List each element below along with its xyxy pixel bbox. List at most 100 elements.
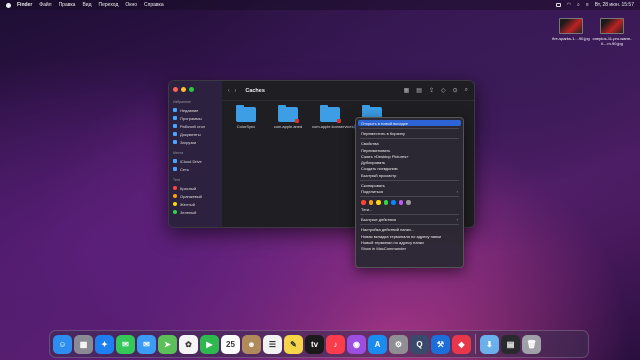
desktop-file-label: oneplus-11-pro-warm-li....m-90.jpg <box>592 36 632 46</box>
menu-separator <box>360 179 459 181</box>
menu-help[interactable]: Справка <box>144 2 164 8</box>
window-thumbnail-icon[interactable]: ▤ <box>501 334 520 354</box>
tag-color-dot[interactable] <box>391 200 396 205</box>
folder-name: ColorSync <box>236 124 256 129</box>
sidebar-tag-yellow[interactable]: Желтый <box>173 200 218 208</box>
context-menu-item[interactable]: Быстрый просмотр <box>358 172 461 178</box>
context-menu-item-label: Сжать «Desktop Pictures» <box>361 153 409 159</box>
battery-icon[interactable] <box>555 3 561 7</box>
wifi-icon[interactable]: ◠ <box>567 2 571 8</box>
pocket-icon[interactable]: ◆ <box>452 334 471 354</box>
sidebar-item-documents[interactable]: Документы <box>173 130 218 138</box>
contacts-icon[interactable]: ☻ <box>242 334 261 354</box>
sidebar-item-recents[interactable]: Недавние <box>173 106 218 114</box>
forward-icon[interactable]: › <box>235 88 237 94</box>
spotlight-icon[interactable]: ⌕ <box>577 2 580 8</box>
group-icon[interactable]: ▤ <box>416 87 422 94</box>
close-button[interactable] <box>173 87 178 92</box>
context-menu-item[interactable]: Открыть в новой вкладке <box>358 120 461 127</box>
finder-icon[interactable]: ☺ <box>53 334 72 354</box>
tag-color-dot[interactable] <box>398 200 403 205</box>
sidebar-item-network[interactable]: Сеть <box>173 165 218 173</box>
settings-icon[interactable]: ⚙ <box>389 334 408 354</box>
menu-clock[interactable]: Вт, 28 июн. 15:57 <box>595 2 634 8</box>
desktop-file[interactable]: oneplus-11-pro-warm-li....m-90.jpg <box>589 18 635 46</box>
menu-app-name[interactable]: Finder <box>17 2 32 8</box>
folder-item[interactable]: com.apple.iconservices.store <box>312 105 364 129</box>
download-icon <box>173 140 177 144</box>
zoom-button[interactable] <box>189 87 194 92</box>
apple-menu-icon[interactable] <box>6 2 11 8</box>
context-menu-item[interactable]: Поделиться › <box>358 189 461 195</box>
tag-color-dot[interactable] <box>406 200 411 205</box>
downloads-folder-icon[interactable]: ⬇ <box>480 334 499 354</box>
safari-icon[interactable]: ✦ <box>95 334 114 354</box>
menu-view[interactable]: Вид <box>82 2 91 8</box>
sidebar-item-applications[interactable]: Программы <box>173 114 218 122</box>
back-icon[interactable]: ‹ <box>228 88 230 94</box>
sidebar-item-downloads[interactable]: Загрузки <box>173 138 218 146</box>
context-menu-item-label: Настройка действий папки... <box>361 227 415 233</box>
context-menu-item-label: Новая вкладка терминала по адресу папки <box>361 233 442 239</box>
dock-divider <box>475 334 476 354</box>
tag-color-dot[interactable] <box>361 200 366 205</box>
context-menu-item[interactable]: Show in MacCommander <box>358 245 461 251</box>
sidebar-item-label: Документы <box>180 131 201 137</box>
folder-item[interactable]: ColorSync <box>228 105 264 129</box>
music-icon[interactable]: ♪ <box>326 334 345 354</box>
view-mode-icon[interactable]: ▦ <box>404 87 410 94</box>
context-menu-item-label: Дублировать <box>361 160 386 166</box>
context-menu-item[interactable]: Теги... <box>358 206 461 212</box>
search-icon[interactable]: ⌕ <box>465 87 468 94</box>
tag-color-dot[interactable] <box>368 200 373 205</box>
sidebar-tag-green[interactable]: Зеленый <box>173 208 218 216</box>
context-menu-item[interactable]: Переместить в Корзину <box>358 130 461 136</box>
reminders-icon[interactable]: ☰ <box>263 334 282 354</box>
quicktime-icon[interactable]: Q <box>410 334 429 354</box>
context-menu-item[interactable]: Быстрые действия › <box>358 216 461 222</box>
tag-color-dot[interactable] <box>383 200 388 205</box>
share-icon[interactable]: ⇪ <box>429 87 434 94</box>
control-center-icon[interactable]: ≡ <box>586 2 589 8</box>
lock-badge-icon <box>337 119 341 123</box>
desktop-file[interactable]: fire-sparks-1....90.jpg <box>548 18 594 41</box>
appstore-icon[interactable]: A <box>368 334 387 354</box>
sidebar-tag-orange[interactable]: Оранжевый <box>173 192 218 200</box>
folder-item[interactable]: com.apple.aned <box>270 105 306 129</box>
context-menu: Открыть в новой вкладке Переместить в Кор… <box>355 117 464 268</box>
photos-icon[interactable]: ✿ <box>179 334 198 354</box>
xcode-icon[interactable]: ⚒ <box>431 334 450 354</box>
facetime-icon[interactable]: ▶ <box>200 334 219 354</box>
sidebar-tag-red[interactable]: Красный <box>173 184 218 192</box>
launchpad-icon[interactable]: ▦ <box>74 334 93 354</box>
cloud-icon <box>173 159 177 163</box>
menu-go[interactable]: Переход <box>99 2 119 8</box>
mail-icon[interactable]: ✉ <box>137 334 156 354</box>
more-actions-icon[interactable]: ⊙ <box>453 87 458 94</box>
podcasts-icon[interactable]: ◉ <box>347 334 366 354</box>
sidebar-item-label: Рабочий стол <box>180 123 206 129</box>
menu-edit[interactable]: Правка <box>59 2 76 8</box>
tag-color-dot[interactable] <box>376 200 381 205</box>
finder-sidebar: Избранное Недавние Программы Рабочий сто… <box>169 81 222 227</box>
calendar-icon[interactable]: 25 <box>221 334 240 354</box>
context-menu-item-label: Скопировать <box>361 183 385 189</box>
chevron-right-icon: › <box>456 216 458 222</box>
trash-icon[interactable]: 🗑 <box>522 334 541 354</box>
sidebar-item-label: Желтый <box>180 201 196 207</box>
menu-file[interactable]: Файл <box>39 2 51 8</box>
minimize-button[interactable] <box>181 87 186 92</box>
messages-icon[interactable]: ✉ <box>116 334 135 354</box>
sidebar-item-label: Сеть <box>180 166 189 172</box>
tv-icon[interactable]: tv <box>305 334 324 354</box>
sidebar-item-desktop[interactable]: Рабочий стол <box>173 122 218 130</box>
notes-icon[interactable]: ✎ <box>284 334 303 354</box>
tag-color-icon <box>173 202 177 206</box>
maps-icon[interactable]: ➤ <box>158 334 177 354</box>
menu-separator <box>360 138 459 140</box>
sidebar-item-label: Загрузки <box>180 139 197 145</box>
tag-icon[interactable]: ◇ <box>441 87 446 94</box>
tag-color-icon <box>173 210 177 214</box>
menu-window[interactable]: Окно <box>125 2 137 8</box>
sidebar-item-icloud[interactable]: iCloud Drive <box>173 157 218 165</box>
